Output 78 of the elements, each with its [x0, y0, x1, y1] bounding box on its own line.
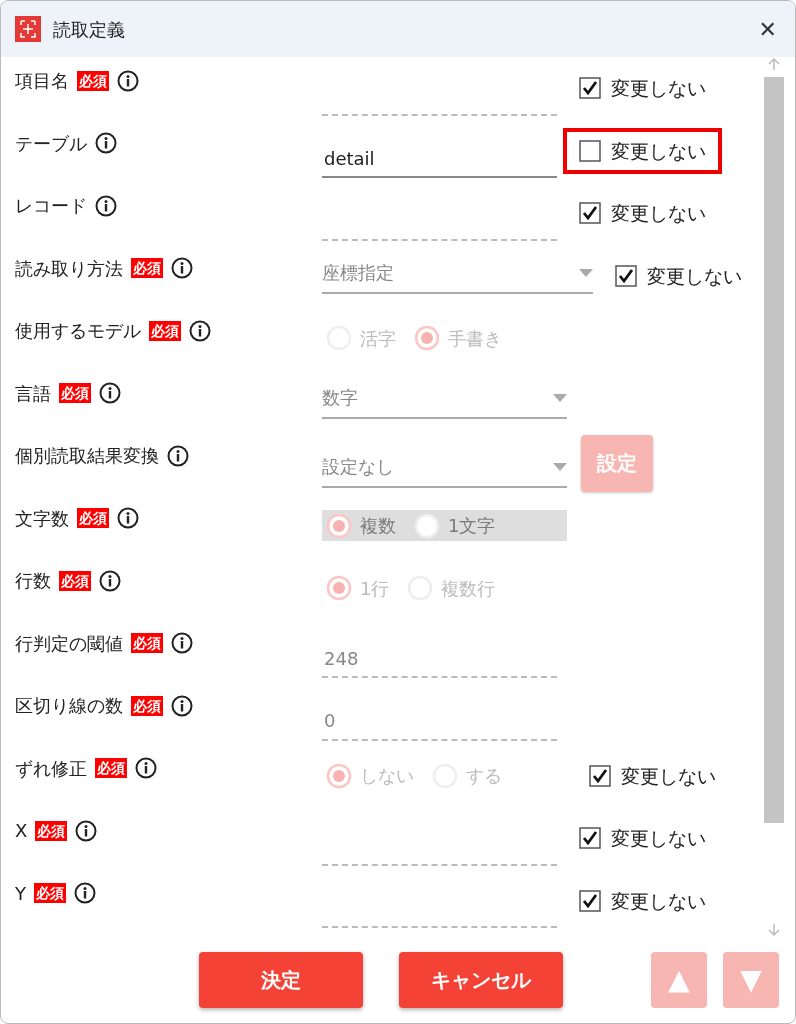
- radio-label: 1文字: [448, 514, 496, 539]
- radio-selected[interactable]: [326, 575, 352, 602]
- field-label: 区切り線の数: [15, 694, 123, 718]
- radio-label: 複数: [360, 514, 396, 539]
- info-icon[interactable]: [171, 632, 193, 654]
- info-icon[interactable]: [135, 757, 157, 779]
- info-icon[interactable]: [95, 132, 117, 154]
- checkbox-label: 変更しない: [647, 263, 742, 289]
- checkbox[interactable]: [579, 202, 601, 225]
- dropdown-caret-icon: [553, 462, 567, 471]
- radio-label: 複数行: [441, 576, 496, 601]
- required-badge: 必須: [35, 820, 68, 841]
- required-badge: 必須: [131, 633, 163, 653]
- checkbox-label: 変更しない: [621, 763, 716, 789]
- dropdown-caret-icon: [553, 393, 567, 402]
- dropdown[interactable]: 設定なし: [322, 447, 567, 488]
- checkbox[interactable]: [579, 889, 601, 912]
- radio-label: 手書き: [448, 326, 502, 351]
- info-icon[interactable]: [171, 694, 193, 717]
- radio-label: する: [466, 764, 502, 789]
- radio-label: しない: [360, 764, 414, 789]
- checkbox-label: 変更しない: [611, 201, 706, 226]
- required-badge: 必須: [77, 70, 109, 91]
- field-label: 項目名: [15, 69, 69, 93]
- radio-selected[interactable]: [326, 762, 352, 789]
- window-title: 読取定義: [53, 17, 125, 42]
- info-icon[interactable]: [74, 882, 96, 904]
- radio-selected[interactable]: [326, 512, 352, 539]
- dropdown[interactable]: 数字: [322, 378, 567, 419]
- required-badge: 必須: [149, 320, 181, 341]
- required-badge: 必須: [34, 883, 66, 903]
- required-badge: 必須: [131, 258, 163, 278]
- required-badge: 必須: [59, 570, 91, 591]
- field-label: 個別読取結果変換: [15, 444, 159, 468]
- radio-label: 活字: [360, 326, 396, 351]
- info-icon[interactable]: [117, 507, 139, 529]
- checkbox[interactable]: [589, 764, 611, 787]
- cancel-button[interactable]: キャンセル: [399, 952, 563, 1008]
- info-icon[interactable]: [189, 319, 211, 342]
- dropdown-caret-icon: [579, 268, 593, 277]
- info-icon[interactable]: [75, 819, 98, 842]
- field-label: Y: [15, 881, 26, 906]
- info-icon[interactable]: [99, 569, 121, 592]
- info-icon[interactable]: [99, 382, 121, 404]
- radio-selected[interactable]: [414, 325, 440, 352]
- info-icon[interactable]: [95, 194, 117, 217]
- checkbox-label: 変更しない: [611, 76, 706, 101]
- radio-button[interactable]: [414, 512, 440, 539]
- required-badge: 必須: [77, 508, 109, 528]
- field-label: 使用するモデル: [15, 319, 141, 343]
- confirm-button[interactable]: 決定: [199, 952, 363, 1008]
- field-label: X: [15, 819, 28, 843]
- required-badge: 必須: [95, 758, 127, 778]
- radio-label: 1行: [360, 576, 390, 601]
- field-label: ずれ修正: [15, 756, 87, 781]
- dropdown[interactable]: 座標指定: [322, 253, 593, 294]
- checkbox[interactable]: [579, 139, 601, 162]
- field-label: テーブル: [15, 131, 87, 156]
- info-icon[interactable]: [167, 444, 189, 467]
- field-label: レコード: [15, 194, 87, 218]
- required-badge: 必須: [59, 383, 91, 403]
- checkbox-label: 変更しない: [611, 888, 706, 914]
- field-label: 行数: [15, 569, 51, 593]
- close-button[interactable]: ✕: [754, 12, 781, 46]
- app-logo-icon: [15, 16, 41, 42]
- field-label: 行判定の閾値: [15, 631, 123, 656]
- required-badge: 必須: [131, 695, 163, 716]
- checkbox[interactable]: [579, 827, 601, 850]
- text-field[interactable]: detail: [322, 136, 557, 178]
- checkbox[interactable]: [615, 264, 637, 287]
- checkbox-label: 変更しない: [611, 826, 706, 851]
- checkbox[interactable]: [579, 77, 601, 100]
- field-label: 読み取り方法: [15, 256, 123, 281]
- field-label: 言語: [15, 381, 51, 406]
- info-icon[interactable]: [117, 69, 139, 92]
- checkbox-label: 変更しない: [611, 138, 706, 164]
- field-label: 文字数: [15, 506, 69, 531]
- info-icon[interactable]: [171, 257, 193, 279]
